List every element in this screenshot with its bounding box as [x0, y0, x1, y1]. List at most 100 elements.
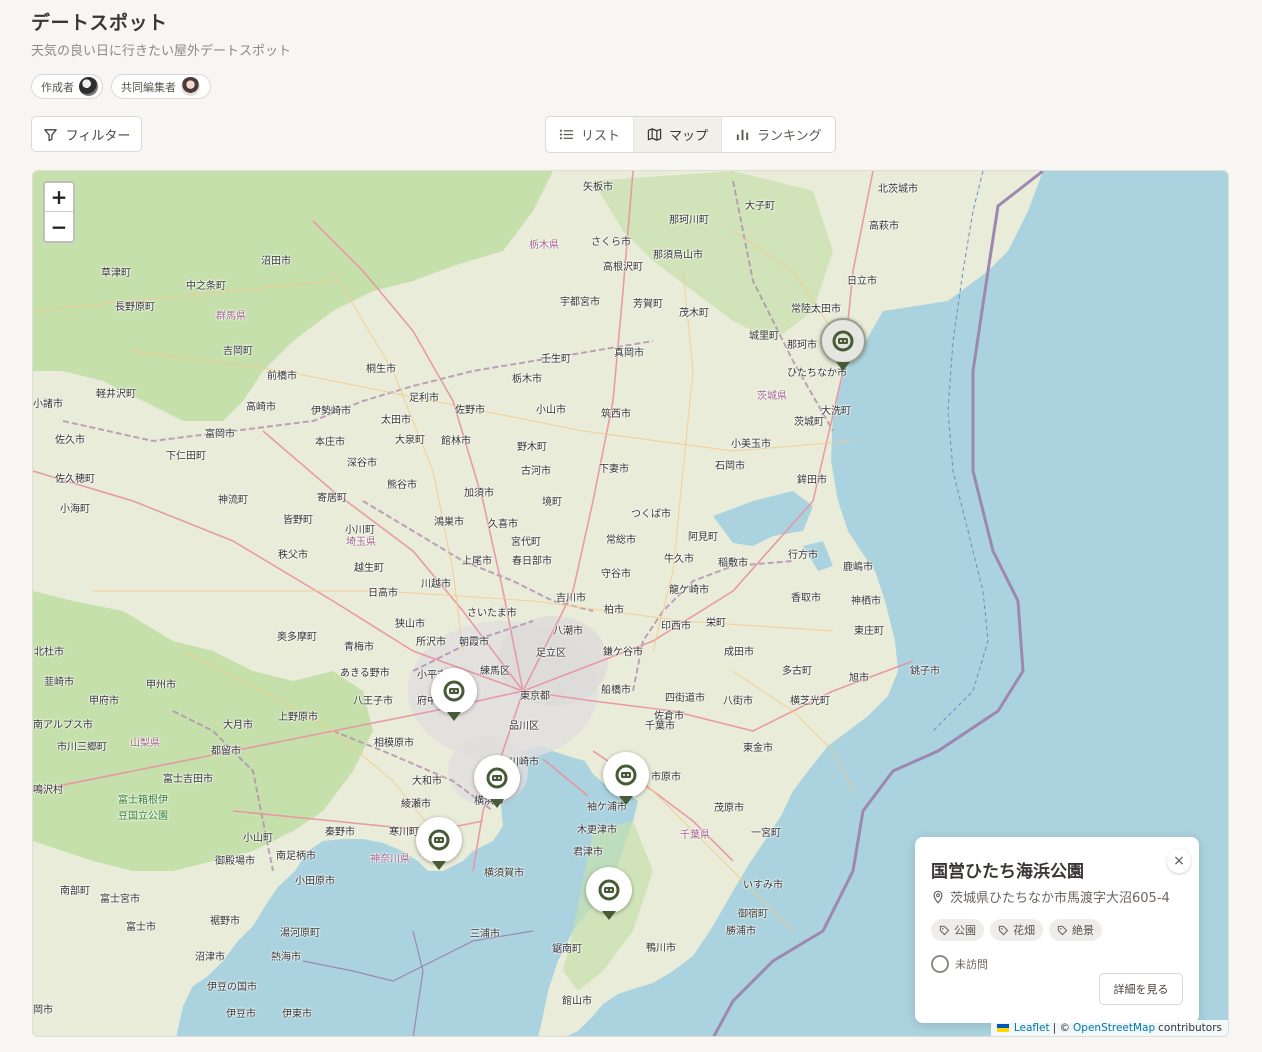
map-label: 深谷市 [347, 458, 377, 469]
map-label: 真岡市 [614, 348, 644, 359]
tab-ranking-label: ランキング [757, 129, 822, 144]
map-label: 茂原市 [714, 803, 744, 814]
map-label: 湯河原町 [280, 928, 320, 939]
leaflet-link[interactable]: Leaflet [1014, 1022, 1050, 1034]
map-label: 埼玉県 [346, 537, 376, 548]
owner-chip[interactable]: 作成者 [31, 74, 103, 99]
map-label: 春日部市 [512, 556, 552, 567]
map-label: 草津町 [101, 268, 131, 279]
map-label: 長野原町 [115, 302, 155, 313]
map-label: 大和市 [412, 776, 442, 787]
tab-list[interactable]: リスト [546, 117, 635, 152]
spot-icon [486, 767, 508, 789]
map-label: つくば市 [631, 509, 671, 520]
close-icon[interactable]: × [1167, 849, 1191, 873]
map-label: 太田市 [381, 415, 411, 426]
map-label: 那珂市 [787, 340, 817, 351]
tag-chip[interactable]: 絶景 [1049, 919, 1102, 941]
zoom-control: + − [43, 181, 75, 243]
view-tabs: リスト マップ ランキング [545, 116, 836, 153]
map-label: 岡市 [33, 1005, 53, 1016]
map-label: 勝浦市 [726, 926, 756, 937]
map-label: 高萩市 [869, 221, 899, 232]
tag-chip[interactable]: 花畑 [990, 919, 1043, 941]
map-label: 牛久市 [664, 554, 694, 565]
map-label: 稲敷市 [718, 558, 748, 569]
map-label: 熊谷市 [387, 480, 417, 491]
tag-label: 花畑 [1013, 924, 1035, 937]
map-marker[interactable] [586, 867, 632, 925]
editor-chip[interactable]: 共同編集者 [111, 74, 211, 99]
map-label: さいたま市 [467, 608, 517, 619]
map-label: 高根沢町 [603, 262, 643, 273]
map-label: 寄居町 [317, 493, 347, 504]
unvisited-circle-icon[interactable] [931, 955, 949, 973]
map-label: 市川三郷町 [57, 742, 107, 753]
map-label: 前橋市 [267, 371, 297, 382]
map-label: 狭山市 [395, 619, 425, 630]
map-label: 韮崎市 [44, 677, 74, 688]
map-label: 小海町 [60, 504, 90, 515]
map-label: 城里町 [749, 331, 779, 342]
map-label: 多古町 [782, 666, 812, 677]
map-marker[interactable] [474, 755, 520, 813]
map-label: 銚子市 [910, 666, 940, 677]
map-label: 南アルプス市 [33, 720, 93, 731]
map-label: 小田原市 [295, 876, 335, 887]
visit-status-label: 未訪問 [955, 958, 988, 971]
map-label: 那珂川町 [669, 215, 709, 226]
map-label: 宮代町 [511, 537, 541, 548]
map-label: 佐久穂町 [55, 474, 95, 485]
map-view[interactable]: + − 矢板市 北茨城市 大子町 那須烏山市 那珂川町 さくら市 栃木県 高萩市… [32, 170, 1229, 1037]
map-label: 南部町 [60, 886, 90, 897]
filter-button[interactable]: フィルター [31, 116, 142, 152]
map-label: 富士宮市 [100, 894, 140, 905]
filter-icon [43, 128, 57, 141]
tab-map-label: マップ [669, 129, 709, 144]
map-label: 鹿嶋市 [843, 562, 873, 573]
map-label: 佐久市 [55, 435, 85, 446]
map-label: 栃木県 [529, 240, 559, 251]
map-label: 旭市 [849, 673, 869, 684]
map-marker[interactable] [416, 817, 462, 875]
zoom-out-button[interactable]: − [45, 212, 73, 241]
map-label: 秩父市 [278, 550, 308, 561]
map-label: 中之条町 [186, 281, 226, 292]
map-label: 伊豆の国市 [207, 982, 257, 993]
map-label: 千葉市 [645, 721, 675, 732]
map-label: 鴨川市 [646, 943, 676, 954]
popup-title: 国営ひたち海浜公園 [931, 862, 1084, 882]
visit-status[interactable]: 未訪問 [931, 955, 988, 973]
map-label: 北茨城市 [878, 184, 918, 195]
map-label: 千葉県 [680, 830, 710, 841]
map-label: あきる野市 [340, 668, 390, 679]
map-label: 佐野市 [455, 405, 485, 416]
tag-icon [939, 925, 950, 935]
tag-chip[interactable]: 公園 [931, 919, 984, 941]
map-label: 上尾市 [462, 556, 492, 567]
map-marker[interactable] [431, 668, 477, 726]
spot-icon [832, 330, 854, 352]
map-label: 筑西市 [601, 409, 631, 420]
page-subtitle: 天気の良い日に行きたい屋外デートスポット [31, 44, 292, 59]
osm-link[interactable]: OpenStreetMap [1073, 1022, 1155, 1034]
zoom-in-button[interactable]: + [45, 183, 73, 212]
owner-avatar [79, 77, 98, 96]
map-label: 吉川市 [556, 593, 586, 604]
map-label: 高崎市 [246, 402, 276, 413]
map-label: 青梅市 [344, 642, 374, 653]
view-details-button[interactable]: 詳細を見る [1099, 973, 1183, 1005]
map-label: 日高市 [368, 588, 398, 599]
tag-icon [998, 925, 1009, 935]
map-marker-hitachi-seaside-park[interactable] [820, 318, 866, 376]
map-label: 八潮市 [553, 626, 583, 637]
map-label: 神奈川県 [370, 854, 410, 865]
map-label: 品川区 [509, 721, 539, 732]
page-title: デートスポット [31, 12, 168, 34]
tab-ranking[interactable]: ランキング [722, 117, 835, 152]
spot-popup: 国営ひたち海浜公園 × 茨城県ひたちなか市馬渡字大沼605-4 公園 花畑 絶景… [915, 837, 1199, 1023]
list-icon [559, 129, 574, 140]
tab-map[interactable]: マップ [634, 117, 723, 152]
map-marker[interactable] [603, 752, 649, 810]
spot-icon [428, 829, 450, 851]
